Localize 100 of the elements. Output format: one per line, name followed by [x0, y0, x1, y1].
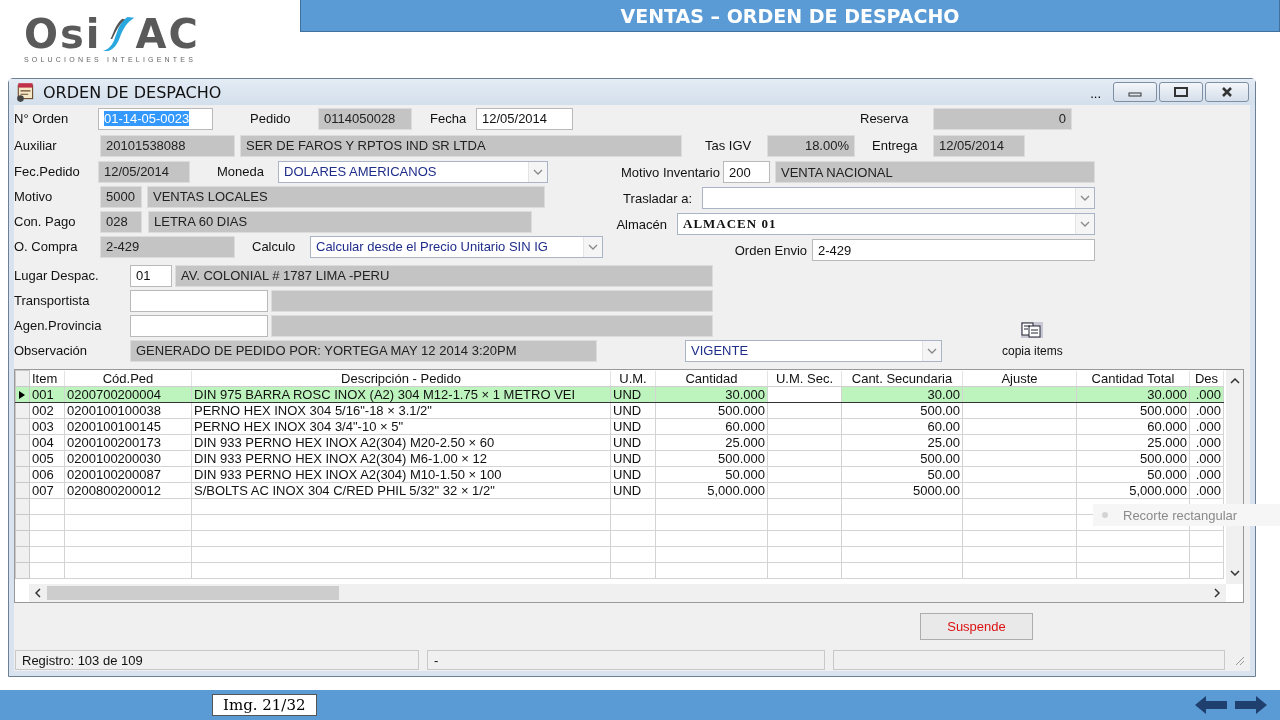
field-label: Auxiliar: [14, 138, 58, 153]
copy-items-button[interactable]: copia items: [1002, 321, 1063, 358]
input-field[interactable]: 2-429: [812, 239, 1095, 261]
column-header[interactable]: Des: [1189, 370, 1224, 387]
field-label: Calculo: [252, 239, 297, 254]
readonly-field: VENTA NACIONAL: [775, 161, 1095, 183]
scroll-down-icon[interactable]: [1229, 570, 1240, 576]
table-cell: 50.000: [1076, 466, 1190, 483]
table-row[interactable]: 001 0200700200004 DIN 975 BARRA ROSC INOX (A2) 304 M12-1.75 × 1 METRO VEI UND 30.000 30.00 30.000 .000: [15, 386, 1224, 403]
logo-wordmark: AC: [135, 14, 200, 54]
field-label: N° Orden: [14, 111, 70, 126]
table-row[interactable]: 005 0200100200030 DIN 933 PERNO HEX INOX A2(304) M6-1.00 × 12 UND 500.000 500.00 500.000 .000: [15, 450, 1224, 467]
maximize-button[interactable]: [1159, 82, 1203, 102]
input-field[interactable]: [130, 314, 268, 337]
scroll-up-icon[interactable]: [1229, 378, 1240, 384]
table-cell: .000: [1189, 450, 1224, 467]
field-label: Trasladar a:: [623, 190, 692, 206]
field-label: Con. Pago: [14, 214, 77, 229]
table-cell: DIN 933 PERNO HEX INOX A2(304) M6-1.00 × 12: [191, 450, 611, 467]
input-field[interactable]: [130, 289, 268, 312]
table-cell: UND: [610, 450, 656, 467]
menu-dots[interactable]: ...: [1090, 86, 1101, 105]
previous-arrow-icon[interactable]: [1194, 695, 1228, 715]
dropdown[interactable]: [702, 187, 1095, 209]
column-header[interactable]: Ajuste: [962, 370, 1077, 387]
field-label: Lugar Despac.: [14, 268, 100, 283]
table-row[interactable]: 003 0200100100145 PERNO HEX INOX 304 3/4"-10 × 5" UND 60.000 60.00 60.000 .000: [15, 418, 1224, 435]
dropdown[interactable]: ALMACEN 01: [677, 213, 1095, 235]
column-header[interactable]: Cantidad Total: [1076, 370, 1190, 387]
page-label: Img. 21/32: [212, 694, 317, 716]
input-field[interactable]: 01: [130, 264, 172, 287]
table-cell: 500.000: [655, 402, 768, 419]
table-row[interactable]: 002 0200100100038 PERNO HEX INOX 304 5/16"-18 × 3.1/2" UND 500.000 500.00 500.000 .000: [15, 402, 1224, 419]
table-cell: UND: [610, 466, 656, 483]
scrollbar-thumb[interactable]: [47, 586, 339, 600]
field-label: Moneda: [217, 164, 265, 179]
field-label: Orden Envio: [734, 242, 807, 258]
column-header[interactable]: U.M.: [610, 370, 656, 387]
close-button[interactable]: [1205, 82, 1249, 102]
table-cell: 25.000: [655, 434, 768, 451]
readonly-field: 2-429: [100, 235, 235, 258]
table-cell: 0200100200087: [64, 466, 192, 483]
swoosh-icon: [101, 15, 136, 53]
maximize-icon: [1174, 87, 1188, 97]
readonly-field: 0114050028: [318, 107, 412, 130]
logo-wordmark: Osi: [24, 14, 102, 54]
table-cell: 0200800200012: [64, 482, 192, 499]
table-cell: 50.000: [655, 466, 768, 483]
input-field[interactable]: 200: [723, 161, 770, 183]
readonly-field: 18.00%: [767, 134, 855, 157]
dropdown[interactable]: DOLARES AMERICANOS: [278, 160, 548, 183]
column-header[interactable]: Cant. Secundaria: [841, 370, 963, 387]
column-header[interactable]: U.M. Sec.: [767, 370, 842, 387]
readonly-field: LETRA 60 DIAS: [148, 210, 532, 233]
scroll-right-icon[interactable]: [1214, 588, 1220, 598]
table-cell: 005: [29, 450, 65, 467]
table-cell: .000: [1189, 482, 1224, 499]
column-header[interactable]: Item: [29, 370, 65, 387]
horizontal-scrollbar[interactable]: [29, 584, 1226, 602]
table-row[interactable]: 007 0200800200012 S/BOLTS AC INOX 304 C/RED PHIL 5/32" 32 × 1/2" UND 5,000.000 5000.00 5,000.000 .000: [15, 482, 1224, 499]
field-label: Observación: [14, 343, 88, 358]
column-header[interactable]: Cantidad: [655, 370, 768, 387]
column-header[interactable]: Descripción - Pedido: [191, 370, 611, 387]
readonly-field: 0: [933, 107, 1072, 130]
caret-icon: [588, 243, 598, 250]
next-arrow-icon[interactable]: [1234, 695, 1268, 715]
table-cell: 5000.00: [841, 482, 963, 499]
readonly-field: 5000: [100, 185, 142, 208]
table-cell: 002: [29, 402, 65, 419]
input-field[interactable]: 12/05/2014: [476, 107, 573, 130]
table-cell: 50.00: [841, 466, 963, 483]
readonly-field: SER DE FAROS Y RPTOS IND SR LTDA: [240, 134, 682, 157]
caret-icon: [533, 168, 543, 175]
table-cell: 500.000: [1076, 450, 1190, 467]
table-row[interactable]: 006 0200100200087 DIN 933 PERNO HEX INOX A2(304) M10-1.50 × 100 UND 50.000 50.00 50.000 .000: [15, 466, 1224, 483]
table-cell: 500.00: [841, 402, 963, 419]
field-label: Reserva: [860, 111, 910, 126]
suspend-button[interactable]: Suspende: [920, 612, 1033, 640]
resize-grip-icon[interactable]: [1233, 654, 1245, 666]
table-cell: 500.00: [841, 450, 963, 467]
field-label: Fec.Pedido: [14, 164, 81, 179]
table-cell: UND: [610, 482, 656, 499]
scroll-left-icon[interactable]: [35, 588, 41, 598]
status-panel: -: [427, 650, 825, 670]
table-cell: 5,000.000: [1076, 482, 1190, 499]
caret-icon: [927, 347, 937, 354]
table-row[interactable]: 004 0200100200173 DIN 933 PERNO HEX INOX A2(304) M20-2.50 × 60 UND 25.000 25.00 25.000 .000: [15, 434, 1224, 451]
dropdown[interactable]: VIGENTE: [685, 339, 942, 362]
field-label: Fecha: [430, 111, 468, 126]
table-cell: 500.000: [655, 450, 768, 467]
table-cell: .000: [1189, 418, 1224, 435]
page-title: VENTAS – ORDEN DE DESPACHO: [620, 4, 960, 27]
column-header[interactable]: Cód.Ped: [64, 370, 192, 387]
dropdown[interactable]: Calcular desde el Precio Unitario SIN IG: [310, 235, 603, 258]
table-cell: 0200100200030: [64, 450, 192, 467]
table-cell: 006: [29, 466, 65, 483]
readonly-field: 028: [100, 210, 142, 233]
table-cell: 500.000: [1076, 402, 1190, 419]
table-cell: 25.00: [841, 434, 963, 451]
tooltip-text: Recorte rectangular: [1123, 507, 1238, 523]
